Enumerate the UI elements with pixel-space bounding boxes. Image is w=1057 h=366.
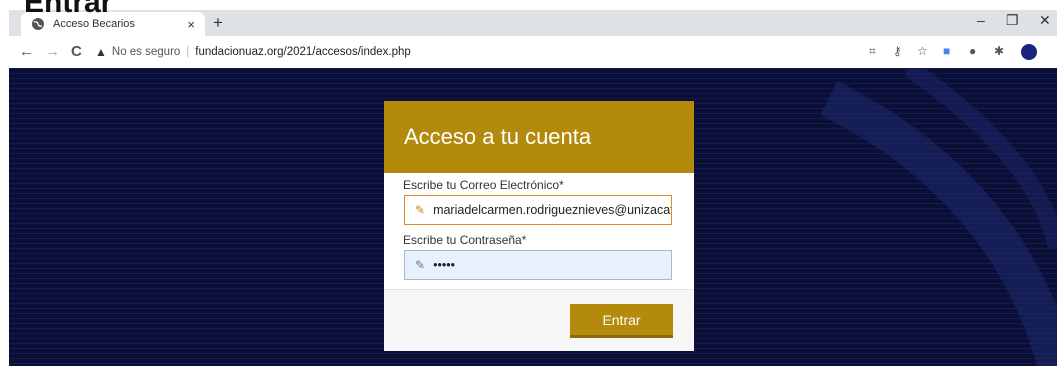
pencil-icon: ✎ [415,203,426,217]
profile-icon[interactable] [1021,44,1037,60]
reload-button[interactable]: C [71,43,82,60]
page-overlay-title: Entrar [24,0,113,19]
address-bar[interactable]: ▲ No es seguro | fundacionuaz.org/2021/a… [95,41,920,63]
pencil-icon: ✎ [415,258,426,272]
address-divider: | [186,46,190,58]
password-label: Escribe tu Contraseña* [403,233,527,247]
close-window-button[interactable]: ✕ [1039,12,1051,29]
key-icon[interactable]: ⚷ [893,44,902,58]
email-label: Escribe tu Correo Electrónico* [403,178,564,192]
warning-icon: ▲ [95,45,107,59]
password-field[interactable]: ✎ ••••• [404,250,672,280]
translate-icon[interactable]: ■ [943,44,950,58]
tab-strip: Acceso Becarios × + – ❐ ✕ [9,10,1057,36]
login-title: Acceso a tu cuenta [404,124,592,149]
close-tab-icon[interactable]: × [187,17,195,32]
email-value: mariadelcarmen.rodrigueznieves@unizacate… [433,203,671,217]
password-value: ••••• [433,258,455,272]
puzzle-icon[interactable]: ✱ [994,44,1004,58]
security-label[interactable]: No es seguro [112,46,180,58]
login-card: Acceso a tu cuenta Escribe tu Correo Ele… [384,101,694,351]
email-field[interactable]: ✎ mariadelcarmen.rodrigueznieves@unizaca… [404,195,672,225]
login-card-header: Acceso a tu cuenta [384,101,694,173]
minimize-button[interactable]: – [977,12,985,28]
restore-button[interactable]: ❐ [1006,12,1019,29]
login-card-footer: Entrar [384,290,694,351]
extension-badge-icon[interactable]: ● [969,44,976,58]
navigation-bar: ← → C ▲ No es seguro | fundacionuaz.org/… [9,36,1057,69]
qr-icon[interactable]: ⌗ [869,44,876,59]
menu-icon[interactable]: ⋮ [1053,44,1057,60]
submit-button[interactable]: Entrar [570,304,673,338]
back-button[interactable]: ← [19,43,34,60]
url-text[interactable]: fundacionuaz.org/2021/accesos/index.php [195,46,410,58]
page-viewport: Acceso a tu cuenta Escribe tu Correo Ele… [9,68,1057,366]
star-icon[interactable]: ☆ [917,44,928,58]
forward-button[interactable]: → [45,43,60,60]
new-tab-button[interactable]: + [213,13,223,33]
